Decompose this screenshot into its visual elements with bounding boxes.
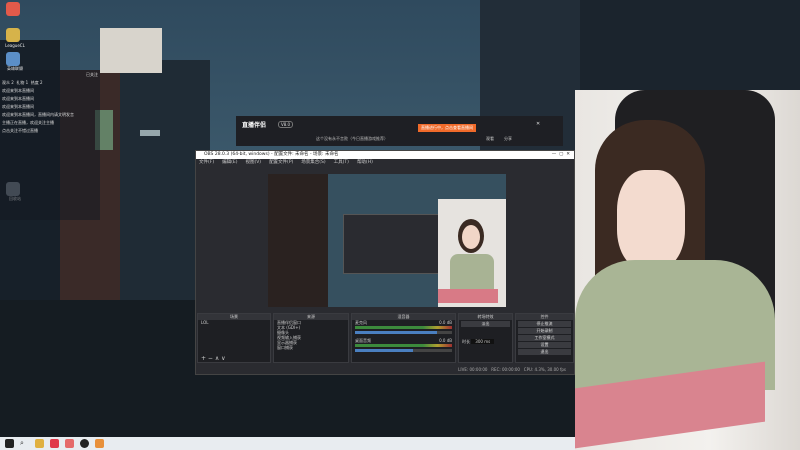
file-explorer-icon[interactable] xyxy=(35,439,44,448)
window-controls[interactable]: — ▢ ✕ xyxy=(552,151,570,159)
duration-label: 时长 xyxy=(462,339,470,344)
scene-item[interactable]: LOL xyxy=(198,320,270,325)
mixer-channel: 麦克风 0.0 dB xyxy=(352,320,455,325)
volume-meter xyxy=(355,326,452,329)
obs-icon[interactable] xyxy=(80,439,89,448)
watch-button[interactable]: 观看 xyxy=(486,136,494,142)
controls-dock: 控件 停止推流 开始录制 工作室模式 设置 退出 xyxy=(515,313,574,363)
desktop-app-icon[interactable] xyxy=(6,28,20,42)
menu-tools[interactable]: 工具(T) xyxy=(334,159,349,167)
menu-help[interactable]: 帮助(H) xyxy=(357,159,373,167)
chat-message: 欢迎来到本直播间，直播间内请文明发言 xyxy=(2,112,74,117)
menu-bar: 文件(F) 编辑(E) 视图(V) 配置文件(P) 场景集合(S) 工具(T) … xyxy=(196,159,574,167)
app-icon[interactable] xyxy=(65,439,74,448)
webcam-feed xyxy=(575,90,800,450)
start-icon[interactable] xyxy=(5,439,14,448)
channel-name: 麦克风 xyxy=(355,320,367,325)
search-icon[interactable]: ⌕ xyxy=(20,439,29,448)
obs-window: OBS 28.0.3 (64-bit, windows) - 配置文件: 未命名… xyxy=(195,150,575,375)
stat: 礼物 1 xyxy=(16,80,29,85)
volume-slider[interactable] xyxy=(355,349,452,352)
app-logo: 直播伴侣 xyxy=(242,122,267,129)
exit-button[interactable]: 退出 xyxy=(518,349,571,355)
duration-input[interactable]: 300 ms xyxy=(471,339,495,344)
menu-view[interactable]: 视图(V) xyxy=(245,159,261,167)
nested-obs-preview xyxy=(343,214,443,274)
chat-message: 欢迎来到本直播间 xyxy=(2,88,34,93)
chat-stats: 观众 2 礼物 1 热度 2 xyxy=(2,80,98,86)
dock-title: 转场特效 xyxy=(459,314,512,320)
desktop-app-icon[interactable] xyxy=(6,52,20,66)
scene-add-remove-buttons[interactable]: + − ∧ ∨ xyxy=(198,356,229,362)
cpu-fps: CPU: 4.3%, 30.00 fps xyxy=(523,367,566,372)
channel-name: 桌面音频 xyxy=(355,338,371,343)
chat-message: 主播正在直播，欢迎关注主播 xyxy=(2,120,54,125)
menu-profile[interactable]: 配置文件(P) xyxy=(269,159,293,167)
volume-meter xyxy=(355,344,452,347)
room-title[interactable]: 这个没有永不言败（今日直播游戏推荐） xyxy=(316,136,388,142)
webcam-preview xyxy=(438,199,506,307)
share-button[interactable]: 分享 xyxy=(504,136,512,142)
streamer-app-window: 直播伴侣 V8.0 这个没有永不言败（今日直播游戏推荐） 直播进行中，点击查看直… xyxy=(236,116,563,146)
preview-building xyxy=(268,174,328,307)
stop-streaming-button[interactable]: 停止推流 xyxy=(518,321,571,327)
window-title: OBS 28.0.3 (64-bit, windows) - 配置文件: 未命名… xyxy=(204,152,339,157)
building xyxy=(580,0,800,90)
chat-message: 点击关注不错过直播 xyxy=(2,128,38,133)
studio-mode-button[interactable]: 工作室模式 xyxy=(518,335,571,341)
billboard xyxy=(100,28,162,73)
dock-title: 控件 xyxy=(516,314,573,320)
face xyxy=(617,170,685,270)
stat: 热度 2 xyxy=(30,80,43,85)
window-light xyxy=(140,130,160,136)
source-item[interactable]: 窗口捕获 xyxy=(274,345,348,350)
desktop-icon-label: LeagueCL xyxy=(5,43,25,48)
app-icon[interactable] xyxy=(50,439,59,448)
channel-db: 0.0 dB xyxy=(439,338,452,343)
close-icon[interactable]: ✕ xyxy=(536,121,540,127)
live-chat-panel: 已关注 观众 2 礼物 1 热度 2 欢迎来到本直播间 欢迎来到本直播间 欢迎来… xyxy=(0,70,100,220)
desktop-app-icon[interactable] xyxy=(6,2,20,16)
scenes-dock: 场景 LOL + − ∧ ∨ xyxy=(197,313,271,363)
volume-slider[interactable] xyxy=(355,331,452,334)
status-bar: LIVE: 00:00:00 REC: 00:00:00 CPU: 4.3%, … xyxy=(196,366,574,374)
app-icon[interactable] xyxy=(95,439,104,448)
version-badge[interactable]: V8.0 xyxy=(278,121,294,128)
mixer-dock: 混音器 麦克风 0.0 dB 桌面音频 0.0 dB xyxy=(351,313,456,363)
stat: 观众 2 xyxy=(2,80,14,85)
start-recording-button[interactable]: 开始录制 xyxy=(518,328,571,334)
mixer-channel: 桌面音频 0.0 dB xyxy=(352,338,455,343)
menu-file[interactable]: 文件(F) xyxy=(199,159,214,167)
settings-button[interactable]: 设置 xyxy=(518,342,571,348)
channel-db: 0.0 dB xyxy=(439,320,452,325)
taskbar: ⌕ xyxy=(0,437,575,450)
rec-time: REC: 00:00:00 xyxy=(491,367,520,372)
chat-message: 欢迎来到本直播间 xyxy=(2,104,34,109)
chat-message: 欢迎来到本直播间 xyxy=(2,96,34,101)
menu-scene-collection[interactable]: 场景集合(S) xyxy=(301,159,325,167)
chat-header: 已关注 xyxy=(86,72,98,77)
transition-select[interactable]: 淡出 xyxy=(461,321,510,327)
menu-edit[interactable]: 编辑(E) xyxy=(222,159,237,167)
transitions-dock: 转场特效 淡出 时长 300 ms xyxy=(458,313,513,363)
obs-titlebar: OBS 28.0.3 (64-bit, windows) - 配置文件: 未命名… xyxy=(196,151,574,159)
duration-row: 时长 300 ms xyxy=(459,339,512,344)
notice-banner[interactable]: 直播进行中，点击查看直播间 xyxy=(418,124,476,132)
live-time: LIVE: 00:00:00 xyxy=(458,367,488,372)
sources-dock: 来源 直播伴侣窗口 文本 (GDI+) 摄像头 视频输入捕获 显示器捕获 窗口捕… xyxy=(273,313,349,363)
obs-preview[interactable] xyxy=(268,174,506,307)
